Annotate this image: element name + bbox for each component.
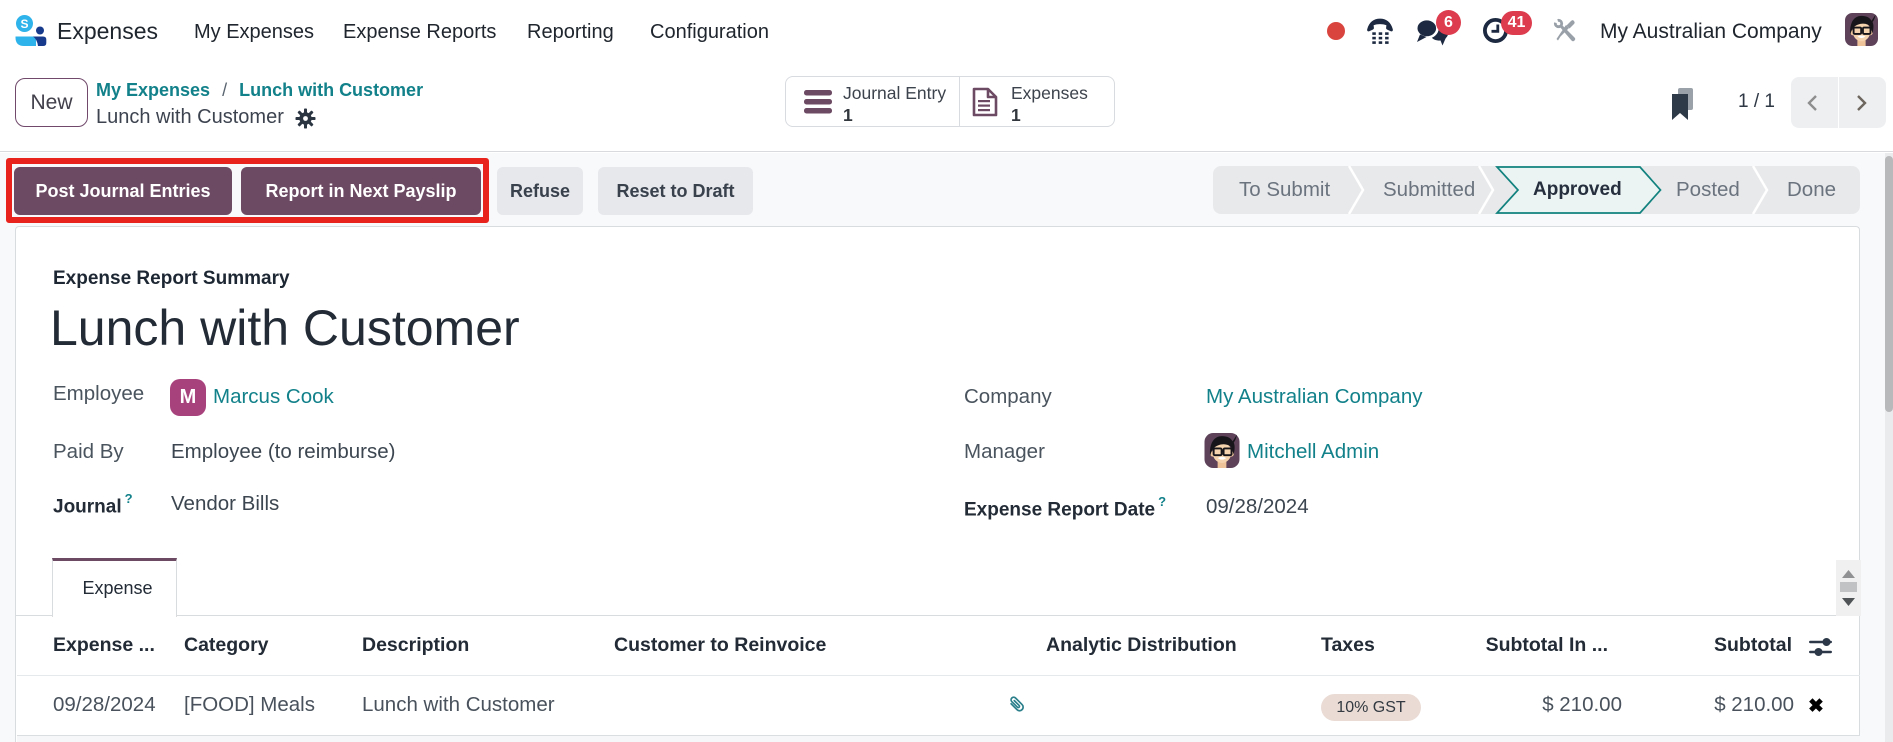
svg-text:S: S [20, 17, 28, 31]
